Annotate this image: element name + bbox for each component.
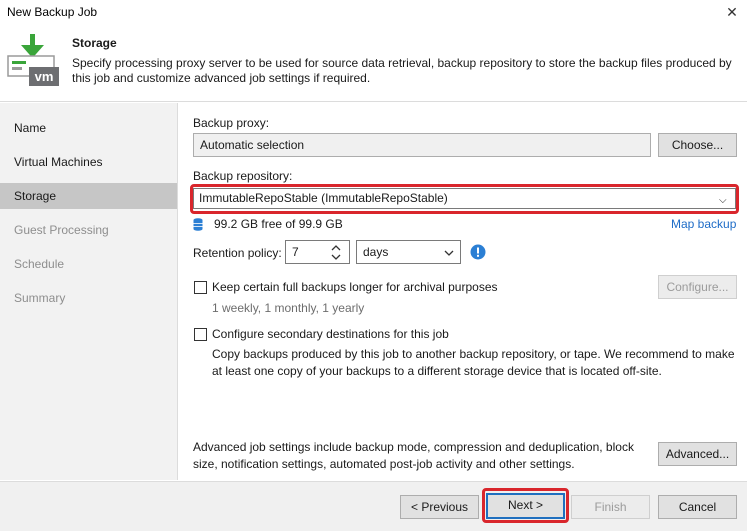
sidebar-item-schedule: Schedule — [14, 257, 65, 271]
choose-proxy-button[interactable]: Choose... — [658, 133, 737, 157]
next-button[interactable]: Next > — [486, 493, 565, 519]
title-bar: New Backup Job ✕ — [0, 0, 747, 26]
sidebar-item-guest-processing: Guest Processing — [14, 223, 109, 237]
info-icon[interactable] — [470, 244, 486, 260]
backup-proxy-field[interactable]: Automatic selection — [193, 133, 651, 157]
vm-backup-logo-icon: vm — [7, 34, 59, 86]
backup-repository-label: Backup repository: — [193, 169, 293, 183]
close-icon[interactable]: ✕ — [720, 1, 744, 23]
increment-icon[interactable] — [330, 244, 342, 252]
advanced-description: Advanced job settings include backup mod… — [193, 440, 634, 471]
advanced-button[interactable]: Advanced... — [658, 442, 737, 466]
retention-unit-select[interactable]: days — [356, 240, 461, 264]
retention-value: 7 — [292, 245, 299, 259]
map-backup-link[interactable]: Map backup — [671, 217, 736, 231]
retention-stepper[interactable]: 7 — [285, 240, 350, 264]
retention-policy-label: Retention policy: — [193, 246, 282, 260]
decrement-icon[interactable] — [330, 253, 342, 261]
page-title: Storage — [72, 36, 117, 50]
window-title: New Backup Job — [7, 5, 98, 19]
sidebar-item-virtual-machines[interactable]: Virtual Machines — [0, 149, 177, 175]
logo-text: vm — [35, 69, 54, 84]
secondary-destinations-description: Copy backups produced by this job to ano… — [212, 347, 735, 378]
page-description: Specify processing proxy server to be us… — [72, 56, 732, 85]
configure-archival-button: Configure... — [658, 275, 737, 299]
cancel-button[interactable]: Cancel — [658, 495, 737, 519]
archival-checkbox[interactable] — [194, 281, 207, 294]
backup-repository-value: ImmutableRepoStable (ImmutableRepoStable… — [199, 191, 448, 205]
retention-unit-value: days — [363, 245, 389, 259]
backup-proxy-label: Backup proxy: — [193, 116, 270, 130]
sidebar-item-name[interactable]: Name — [0, 115, 177, 141]
repository-free-space: 99.2 GB free of 99.9 GB — [214, 217, 343, 231]
backup-repository-select[interactable]: ImmutableRepoStable (ImmutableRepoStable… — [193, 188, 736, 209]
finish-button: Finish — [571, 495, 650, 519]
database-icon — [193, 218, 203, 231]
secondary-destinations-checkbox[interactable] — [194, 328, 207, 341]
sidebar-item-storage[interactable]: Storage — [0, 183, 177, 209]
chevron-down-icon — [444, 250, 454, 256]
archival-detail: 1 weekly, 1 monthly, 1 yearly — [212, 301, 365, 315]
secondary-destinations-label[interactable]: Configure secondary destinations for thi… — [212, 327, 449, 341]
previous-button[interactable]: < Previous — [400, 495, 479, 519]
wizard-steps-sidebar: Name Virtual Machines Storage Guest Proc… — [0, 103, 178, 480]
chevron-down-icon: ⌵ — [719, 195, 727, 206]
sidebar-item-summary: Summary — [14, 291, 66, 305]
archival-label[interactable]: Keep certain full backups longer for arc… — [212, 280, 498, 294]
wizard-header: vm Storage Specify processing proxy serv… — [0, 26, 747, 102]
